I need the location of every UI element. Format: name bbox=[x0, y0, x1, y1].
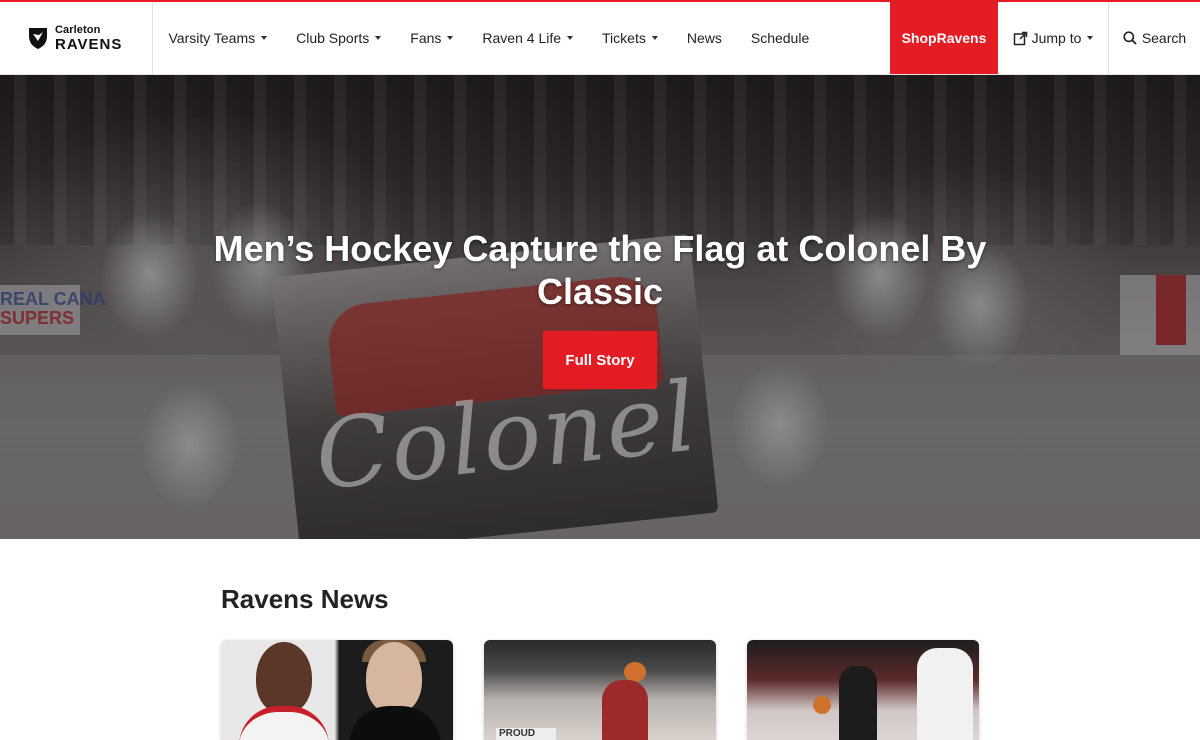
nav-club-sports[interactable]: Club Sports bbox=[282, 2, 396, 75]
nav-label: News bbox=[686, 30, 722, 46]
brand-line-2: RAVENS bbox=[55, 35, 123, 53]
nav-varsity-teams[interactable]: Varsity Teams bbox=[154, 2, 282, 75]
caret-down-icon bbox=[375, 36, 382, 40]
caret-down-icon bbox=[261, 36, 268, 40]
search-button[interactable]: Search bbox=[1109, 2, 1200, 74]
news-card-list: PROUD bbox=[221, 640, 979, 740]
external-link-icon bbox=[1013, 31, 1027, 45]
nav-label: Fans bbox=[410, 30, 442, 46]
full-story-button[interactable]: Full Story bbox=[543, 331, 657, 389]
nav-label: Raven 4 Life bbox=[482, 30, 562, 46]
nav-label: Tickets bbox=[602, 30, 646, 46]
brand-line-1: Carleton bbox=[55, 23, 101, 36]
nav-label: Varsity Teams bbox=[168, 30, 256, 46]
news-heading: Ravens News bbox=[221, 584, 389, 614]
nav-label: Schedule bbox=[750, 30, 810, 46]
jump-to-menu[interactable]: Jump to bbox=[998, 2, 1109, 74]
search-icon bbox=[1123, 31, 1137, 45]
jump-to-label: Jump to bbox=[1031, 30, 1082, 46]
news-card-2[interactable]: PROUD bbox=[484, 640, 716, 740]
news-card-2-banner: PROUD bbox=[496, 728, 556, 740]
caret-down-icon bbox=[651, 36, 658, 40]
main-nav: Varsity Teams Club Sports Fans Raven 4 L… bbox=[153, 2, 824, 74]
shop-ravens-button[interactable]: ShopRavens bbox=[890, 2, 998, 74]
top-nav-bar: Carleton RAVENS Varsity Teams Club Sport… bbox=[0, 0, 1200, 75]
news-card-1[interactable] bbox=[221, 640, 453, 740]
nav-label: Club Sports bbox=[296, 30, 370, 46]
caret-down-icon bbox=[447, 36, 454, 40]
nav-raven-4-life[interactable]: Raven 4 Life bbox=[468, 2, 588, 75]
caret-down-icon bbox=[567, 36, 574, 40]
nav-news[interactable]: News bbox=[672, 2, 736, 75]
hero-title: Men’s Hockey Capture the Flag at Colonel… bbox=[213, 228, 987, 312]
nav-schedule[interactable]: Schedule bbox=[736, 2, 823, 75]
caret-down-icon bbox=[1087, 36, 1094, 40]
hero-banner: REAL CANA SUPERS Colonel Men’s Hockey Ca… bbox=[0, 75, 1200, 539]
nav-fans[interactable]: Fans bbox=[396, 2, 468, 75]
carleton-ravens-logo[interactable]: Carleton RAVENS bbox=[0, 2, 153, 74]
news-card-3[interactable] bbox=[747, 640, 979, 740]
raven-shield-icon bbox=[29, 28, 47, 49]
search-label: Search bbox=[1141, 30, 1187, 46]
nav-tickets[interactable]: Tickets bbox=[588, 2, 673, 75]
